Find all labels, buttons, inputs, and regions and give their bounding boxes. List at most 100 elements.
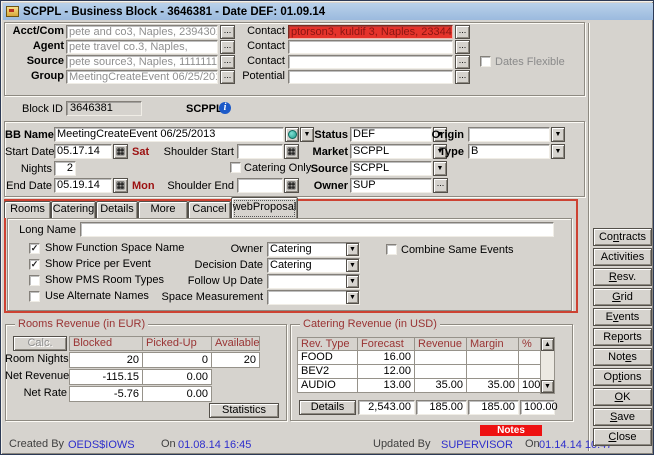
- origin-dropdown-button[interactable]: ▼: [551, 127, 565, 142]
- dropdown-arrow-icon[interactable]: ▼: [346, 243, 359, 256]
- calendar-icon[interactable]: ▦: [113, 144, 128, 159]
- contact-field-0[interactable]: ptorson3, kuldif 3, Naples, 2334446855: [288, 25, 453, 39]
- contact-field-1[interactable]: [288, 40, 453, 54]
- source-field[interactable]: SCPPL: [350, 161, 432, 176]
- catering-cell[interactable]: [466, 364, 519, 379]
- side-button-activities[interactable]: Activities: [593, 248, 652, 266]
- rooms-cell[interactable]: 20: [211, 352, 260, 368]
- long-name-field[interactable]: [80, 222, 554, 237]
- lov-ellipsis-button[interactable]: ...: [455, 70, 470, 84]
- group-field[interactable]: MeetingCreateEvent 06/25/2013: [66, 70, 218, 84]
- lov-ellipsis-button[interactable]: ...: [220, 55, 235, 69]
- tab-webproposal[interactable]: webProposal: [231, 197, 298, 218]
- catering-cell[interactable]: 12.00: [357, 364, 415, 379]
- catering-cell[interactable]: AUDIO: [297, 378, 358, 393]
- origin-field[interactable]: [468, 127, 550, 142]
- checkbox-showpmsroomtypes[interactable]: [29, 275, 40, 286]
- market-field[interactable]: SCPPL: [350, 144, 432, 159]
- catering-cell[interactable]: FOOD: [297, 350, 358, 365]
- catering-cell[interactable]: 100: [518, 378, 541, 393]
- catering-cell[interactable]: [414, 350, 467, 365]
- button-label-part: Co: [599, 231, 613, 243]
- tab-cancel[interactable]: Cancel: [188, 201, 231, 218]
- rooms-cell[interactable]: 0.00: [142, 386, 212, 402]
- calendar-icon[interactable]: ▦: [284, 178, 299, 193]
- rooms-revenue-title: Rooms Revenue (in EUR): [15, 318, 148, 330]
- scroll-down-icon[interactable]: ▼: [541, 380, 554, 393]
- catering-cell[interactable]: [518, 350, 541, 365]
- start-date-field[interactable]: 05.17.14: [54, 144, 112, 159]
- side-button-notes[interactable]: Notes: [593, 348, 652, 366]
- lov-ellipsis-button[interactable]: ...: [455, 40, 470, 54]
- catering-cell[interactable]: [518, 364, 541, 379]
- catering-cell[interactable]: BEV2: [297, 364, 358, 379]
- lov-ellipsis-button[interactable]: ...: [220, 25, 235, 39]
- owner-field[interactable]: SUP: [350, 178, 432, 193]
- type-dropdown-button[interactable]: ▼: [551, 144, 565, 159]
- details-button[interactable]: Details: [299, 400, 356, 415]
- contact-field-2[interactable]: [288, 55, 453, 69]
- button-label-part: G: [612, 291, 621, 303]
- owner-ellipsis-button[interactable]: ...: [433, 178, 448, 193]
- tab-catering[interactable]: Catering: [51, 201, 96, 218]
- calendar-icon[interactable]: ▦: [113, 178, 128, 193]
- side-button-grid[interactable]: Grid: [593, 288, 652, 306]
- rooms-cell[interactable]: -115.15: [69, 369, 143, 385]
- notes-lamp[interactable]: Notes: [480, 425, 542, 436]
- bbname-field[interactable]: MeetingCreateEvent 06/25/2013: [54, 127, 284, 142]
- acctcom-field[interactable]: pete and co3, Naples, 2394301212: [66, 25, 218, 39]
- catering-cell[interactable]: 35.00: [466, 378, 519, 393]
- block-id-value: 3646381: [66, 101, 142, 116]
- tab-details[interactable]: Details: [96, 201, 138, 218]
- side-button-save[interactable]: Save: [593, 408, 652, 426]
- catering-cell[interactable]: 16.00: [357, 350, 415, 365]
- rooms-cell[interactable]: 0.00: [142, 369, 212, 385]
- shoulder-start-field[interactable]: [237, 144, 283, 159]
- checkbox-showpriceperevent[interactable]: ✓: [29, 259, 40, 270]
- rooms-cell[interactable]: 20: [69, 352, 143, 368]
- shoulder-end-field[interactable]: [237, 178, 283, 193]
- catering-scrollbar[interactable]: ▲ ▼: [540, 337, 555, 394]
- catering-cell[interactable]: [466, 350, 519, 365]
- dates-flexible-checkbox[interactable]: [480, 56, 491, 67]
- end-date-field[interactable]: 05.19.14: [54, 178, 112, 193]
- lov-ellipsis-button[interactable]: ...: [455, 25, 470, 39]
- source-dropdown-button[interactable]: ▼: [433, 161, 447, 176]
- agent-field[interactable]: pete travel co.3, Naples,: [66, 40, 218, 54]
- side-button-reports[interactable]: Reports: [593, 328, 652, 346]
- potential-field-3[interactable]: [288, 70, 453, 84]
- rooms-cell[interactable]: -5.76: [69, 386, 143, 402]
- side-button-options[interactable]: Options: [593, 368, 652, 386]
- tab-rooms[interactable]: Rooms: [4, 201, 51, 218]
- catering-cell[interactable]: 35.00: [414, 378, 467, 393]
- rooms-cell[interactable]: 0: [142, 352, 212, 368]
- status-field[interactable]: DEF: [350, 127, 432, 142]
- dropdown-arrow-icon[interactable]: ▼: [346, 259, 359, 272]
- nights-field[interactable]: 2: [54, 161, 76, 176]
- tab-more[interactable]: More: [138, 201, 188, 218]
- catering-cell[interactable]: 13.00: [357, 378, 415, 393]
- side-button-ok[interactable]: OK: [593, 388, 652, 406]
- type-field[interactable]: B: [468, 144, 550, 159]
- checkbox-showfunctionspacename[interactable]: ✓: [29, 243, 40, 254]
- catering-cell[interactable]: [414, 364, 467, 379]
- created-by-label: Created By: [9, 438, 64, 451]
- dropdown-arrow-icon[interactable]: ▼: [346, 291, 359, 304]
- dropdown-arrow-icon[interactable]: ▼: [346, 275, 359, 288]
- lov-ellipsis-button[interactable]: ...: [220, 70, 235, 84]
- side-button-resv[interactable]: Resv.: [593, 268, 652, 286]
- statistics-button[interactable]: Statistics: [209, 403, 279, 418]
- info-icon[interactable]: i: [219, 102, 231, 114]
- source-field[interactable]: pete source3, Naples, 1111111111: [66, 55, 218, 69]
- scroll-up-icon[interactable]: ▲: [541, 338, 554, 351]
- calendar-icon[interactable]: ▦: [284, 144, 299, 159]
- side-button-close[interactable]: Close: [593, 428, 652, 446]
- checkbox-usealternatenames[interactable]: [29, 291, 40, 302]
- side-button-events[interactable]: Events: [593, 308, 652, 326]
- combine-same-events-checkbox[interactable]: [386, 244, 397, 255]
- lov-ellipsis-button[interactable]: ...: [220, 40, 235, 54]
- globe-button[interactable]: [285, 127, 299, 142]
- lov-ellipsis-button[interactable]: ...: [455, 55, 470, 69]
- catering-only-checkbox[interactable]: [230, 162, 241, 173]
- side-button-contracts[interactable]: Contracts: [593, 228, 652, 246]
